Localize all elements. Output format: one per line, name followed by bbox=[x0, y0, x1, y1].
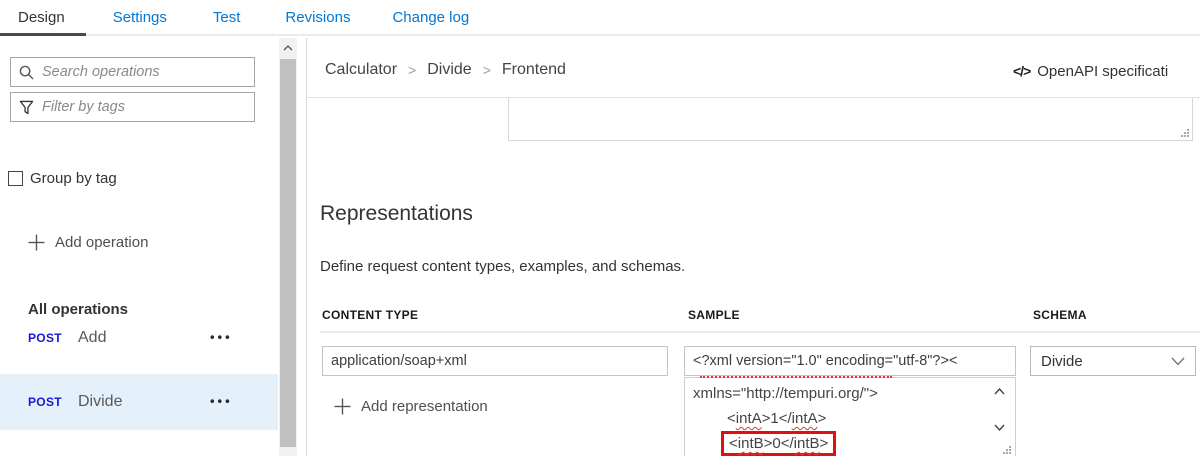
sample-input[interactable] bbox=[684, 346, 1016, 376]
resize-grip-icon[interactable] bbox=[1178, 126, 1190, 138]
scroll-up-button[interactable] bbox=[988, 380, 1010, 402]
scroll-up-button[interactable] bbox=[279, 38, 297, 58]
column-header-content-type: CONTENT TYPE bbox=[322, 308, 419, 322]
active-tab-underline bbox=[0, 33, 86, 36]
filter-by-tags-input[interactable] bbox=[42, 99, 246, 115]
operation-row-add[interactable]: POST Add ••• bbox=[0, 310, 278, 366]
apim-operation-editor: Design Settings Test Revisions Change lo… bbox=[0, 0, 1200, 456]
schema-dropdown[interactable]: Divide bbox=[1030, 346, 1196, 376]
resize-grip-icon[interactable] bbox=[1000, 443, 1012, 455]
sample-xml-line: <intA>1</intA> bbox=[727, 410, 827, 427]
schema-selected-value: Divide bbox=[1041, 352, 1083, 370]
column-header-schema: SCHEMA bbox=[1033, 308, 1087, 322]
search-operations-input[interactable] bbox=[42, 64, 246, 80]
operation-name: Divide bbox=[78, 393, 123, 410]
operation-name: Add bbox=[78, 329, 107, 346]
chevron-down-icon bbox=[993, 424, 1005, 431]
representations-description: Define request content types, examples, … bbox=[320, 258, 686, 275]
operation-row-divide[interactable]: POST Divide ••• bbox=[0, 374, 278, 430]
annotation-red-box: <intB>0</intB> bbox=[721, 431, 837, 456]
tab-revisions[interactable]: Revisions bbox=[285, 9, 350, 26]
add-operation-button[interactable]: Add operation bbox=[28, 234, 148, 251]
add-representation-button[interactable]: Add representation bbox=[334, 398, 488, 415]
plus-icon bbox=[334, 398, 351, 415]
description-textarea[interactable] bbox=[508, 98, 1193, 141]
group-by-tag-checkbox[interactable] bbox=[8, 171, 23, 186]
code-icon: </> bbox=[1013, 63, 1031, 79]
add-operation-label: Add operation bbox=[55, 234, 149, 251]
breadcrumb: Calculator > Divide > Frontend bbox=[325, 61, 566, 79]
more-options-icon[interactable]: ••• bbox=[210, 329, 233, 344]
openapi-specification-link[interactable]: </> OpenAPI specificati bbox=[1013, 59, 1200, 83]
tab-change-log[interactable]: Change log bbox=[392, 9, 469, 26]
chevron-up-icon bbox=[283, 45, 293, 51]
tab-bar: Design Settings Test Revisions Change lo… bbox=[0, 0, 1200, 36]
breadcrumb-calculator[interactable]: Calculator bbox=[325, 61, 397, 79]
plus-icon bbox=[28, 234, 45, 251]
search-icon bbox=[19, 65, 34, 80]
operations-sidebar: Group by tag Add operation All operation… bbox=[0, 38, 306, 456]
column-header-sample: SAMPLE bbox=[688, 308, 740, 322]
method-badge-post: POST bbox=[28, 331, 62, 345]
group-by-tag-label: Group by tag bbox=[30, 170, 117, 187]
chevron-up-icon bbox=[993, 387, 1005, 394]
scrollbar-thumb[interactable] bbox=[280, 59, 296, 447]
breadcrumb-separator: > bbox=[408, 62, 417, 78]
content-type-input[interactable] bbox=[322, 346, 668, 376]
sidebar-scrollbar[interactable] bbox=[279, 38, 297, 456]
add-representation-label: Add representation bbox=[361, 398, 488, 415]
search-operations-field[interactable] bbox=[10, 57, 255, 87]
openapi-specification-label: OpenAPI specificati bbox=[1037, 62, 1169, 80]
breadcrumb-separator: > bbox=[482, 62, 491, 78]
sidebar-divider bbox=[306, 38, 307, 456]
more-options-icon[interactable]: ••• bbox=[210, 393, 233, 408]
breadcrumb-frontend: Frontend bbox=[501, 61, 566, 78]
sample-xml-line-annotated: <intB>0</intB> bbox=[693, 431, 1015, 456]
breadcrumb-divide[interactable]: Divide bbox=[427, 61, 471, 79]
table-header-rule bbox=[320, 331, 1200, 333]
sample-xml-line: xmlns="http://tempuri.org/"> bbox=[693, 385, 878, 402]
tab-design[interactable]: Design bbox=[18, 9, 65, 26]
chevron-down-icon bbox=[1171, 357, 1185, 366]
group-by-tag-row: Group by tag bbox=[8, 170, 117, 187]
method-badge-post: POST bbox=[28, 395, 62, 409]
tab-settings[interactable]: Settings bbox=[113, 9, 167, 26]
spellcheck-underline bbox=[700, 376, 892, 378]
scroll-down-button[interactable] bbox=[988, 416, 1010, 438]
sample-expanded-text[interactable]: xmlns="http://tempuri.org/"> <intA>1</in… bbox=[684, 377, 1016, 456]
representations-title: Representations bbox=[320, 202, 473, 225]
sample-scrollbar[interactable] bbox=[988, 380, 1010, 440]
tab-test[interactable]: Test bbox=[213, 9, 241, 26]
filter-by-tags-field[interactable] bbox=[10, 92, 255, 122]
filter-icon bbox=[19, 100, 34, 114]
